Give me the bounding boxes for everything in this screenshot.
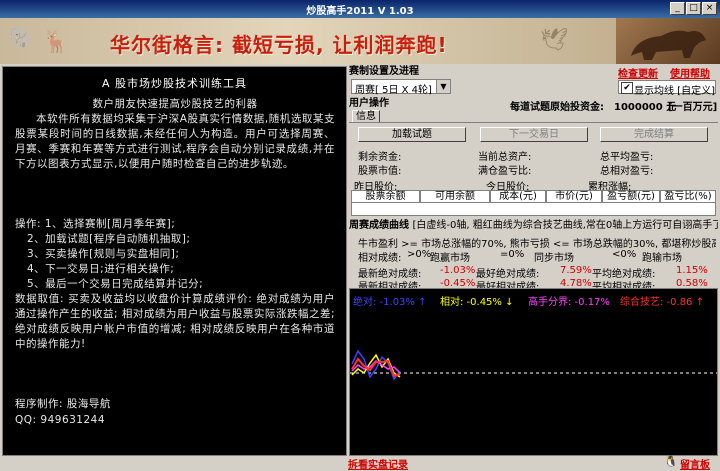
penguin-icon: 🐧: [664, 455, 678, 468]
window-title: 炒股高手2011 V 1.03: [306, 6, 414, 17]
intro-step-2: 2、加载试题[程序自动随机抽取];: [27, 233, 191, 245]
intro-qq: QQ: 949631244: [15, 414, 106, 426]
col-header-stock-balance: 股票余额: [351, 190, 420, 203]
status-bar: 拆看实盘记录 🐧 留言板: [0, 455, 720, 471]
latest-abs-value: -1.03%: [440, 265, 476, 276]
rel-gt-zero: >0%: [407, 249, 432, 260]
rel-grade-label: 相对成绩:: [358, 253, 402, 264]
current-assets-label: 当前总资产:: [478, 152, 532, 163]
checkbox-checked-icon[interactable]: ✔: [621, 82, 633, 94]
message-board-link[interactable]: 留言板: [680, 456, 710, 471]
next-day-button[interactable]: 下一交易日: [480, 127, 588, 142]
intro-description: 本软件所有数据均采集于沪深A股真实行情数据,随机选取某支股票某段时间的日线数据,…: [15, 113, 335, 170]
intro-step-3: 3、买卖操作[规则与实盘相同];: [27, 248, 180, 260]
mode-select-value: 周赛[ 5日 X 4轮]: [355, 85, 432, 96]
capital-value: 1000000 元: [614, 102, 677, 113]
maximize-button[interactable]: □: [686, 2, 701, 15]
settings-section-title: 赛制设置及进程: [349, 66, 419, 77]
col-header-cost: 成本(元): [490, 190, 546, 203]
settle-button[interactable]: 完成结算: [600, 127, 708, 142]
performance-chart: 绝对: -1.03% ↑ 相对: -0.45% ↓ 高手分界: -0.17% 综…: [349, 288, 718, 456]
minimize-button[interactable]: _: [670, 2, 685, 15]
banner: 🐘 🦌 🕊 华尔街格言: 截短亏损, 让利润奔跑!: [0, 18, 720, 64]
same-market-label: 同步市场: [534, 253, 574, 264]
intro-tagline: 数户朋友快速提高炒股技艺的利器: [92, 98, 258, 110]
intro-rules: 数据取值: 买卖及收益均以收盘价计算成绩评价: 绝对成绩为用户通过操作产生的收益…: [15, 293, 335, 350]
intro-step-5: 5、最后一个交易日完成结算并记分;: [27, 278, 204, 290]
intro-step-1: 操作: 1、选择赛制[周月季年赛];: [15, 218, 176, 230]
deer-icon: 🦌: [42, 30, 70, 55]
show-ma-label: 显示均线 [自定义]: [634, 86, 715, 97]
real-trade-record-link[interactable]: 拆看实盘记录: [348, 456, 408, 471]
curve-section-title: 周赛成绩曲线 [白虚线-0轴, 粗红曲线为综合技艺曲线,常在0轴上方运行可自诩高…: [349, 219, 718, 232]
intro-heading: A 股市场炒股技术训练工具: [101, 77, 248, 90]
col-header-available: 可用余额: [420, 190, 490, 203]
stock-value-label: 股票市值:: [358, 166, 402, 177]
lose-market-label: 跑输市场: [642, 253, 682, 264]
avg-profit-label: 总平均盈亏:: [600, 152, 654, 163]
intro-author: 程序制作: 股海导航: [15, 398, 111, 410]
curve-section-note: [白虚线-0轴, 粗红曲线为综合技艺曲线,常在0轴上方运行可自诩高手了!]: [412, 220, 718, 231]
capital-label: 每道试题原始投资金:: [510, 102, 604, 113]
chevron-down-icon[interactable]: ▼: [436, 80, 450, 93]
help-link[interactable]: 使用帮助: [670, 65, 710, 80]
rel-eq-zero: =0%: [500, 249, 525, 260]
rel-lt-zero: <0%: [612, 249, 637, 260]
beat-market-label: 跑赢市场: [430, 253, 470, 264]
close-button[interactable]: ×: [702, 2, 717, 15]
bull-market-rule: 牛市盈利 >= 市场总涨幅的70%, 熊市亏损 <= 市场总跌幅的30%, 都堪…: [358, 239, 716, 250]
elephant-icon: 🐘: [8, 26, 36, 51]
avg-abs-value: 1.15%: [676, 265, 708, 276]
remain-funds-label: 剩余资金:: [358, 152, 402, 163]
banner-slogan: 华尔街格言: 截短亏损, 让利润奔跑!: [110, 33, 448, 57]
title-bar: 炒股高手2011 V 1.03 _ □ ×: [0, 0, 720, 18]
intro-step-4: 4、下一交易日;进行相关操作;: [27, 263, 175, 275]
total-rel-profit-label: 总相对盈亏:: [600, 166, 654, 177]
col-header-profit-ratio: 盈亏比(%): [660, 190, 716, 203]
check-update-link[interactable]: 检查更新: [618, 65, 658, 80]
chart-svg: [350, 349, 717, 381]
best-abs-value: 7.59%: [560, 265, 592, 276]
show-ma-checkbox[interactable]: ✔ 显示均线 [自定义]: [618, 80, 716, 97]
tab-divider: [349, 122, 718, 123]
load-question-button[interactable]: 加载试题: [358, 127, 466, 142]
holdings-table-body: [351, 203, 716, 216]
full-pos-profit-label: 满仓盈亏比:: [478, 166, 532, 177]
col-header-profit-amount: 盈亏额(元): [602, 190, 660, 203]
mode-select[interactable]: 周赛[ 5日 X 4轮] ▼: [351, 79, 451, 96]
bull-statue-image: [616, 18, 720, 64]
capital-unit: [一百万元]: [668, 102, 718, 113]
bird-icon: 🕊: [540, 28, 568, 53]
intro-panel: A 股市场炒股技术训练工具 数户朋友快速提高炒股技艺的利器 本软件所有数据均采集…: [2, 66, 347, 456]
col-header-market-price: 市价(元): [546, 190, 602, 203]
